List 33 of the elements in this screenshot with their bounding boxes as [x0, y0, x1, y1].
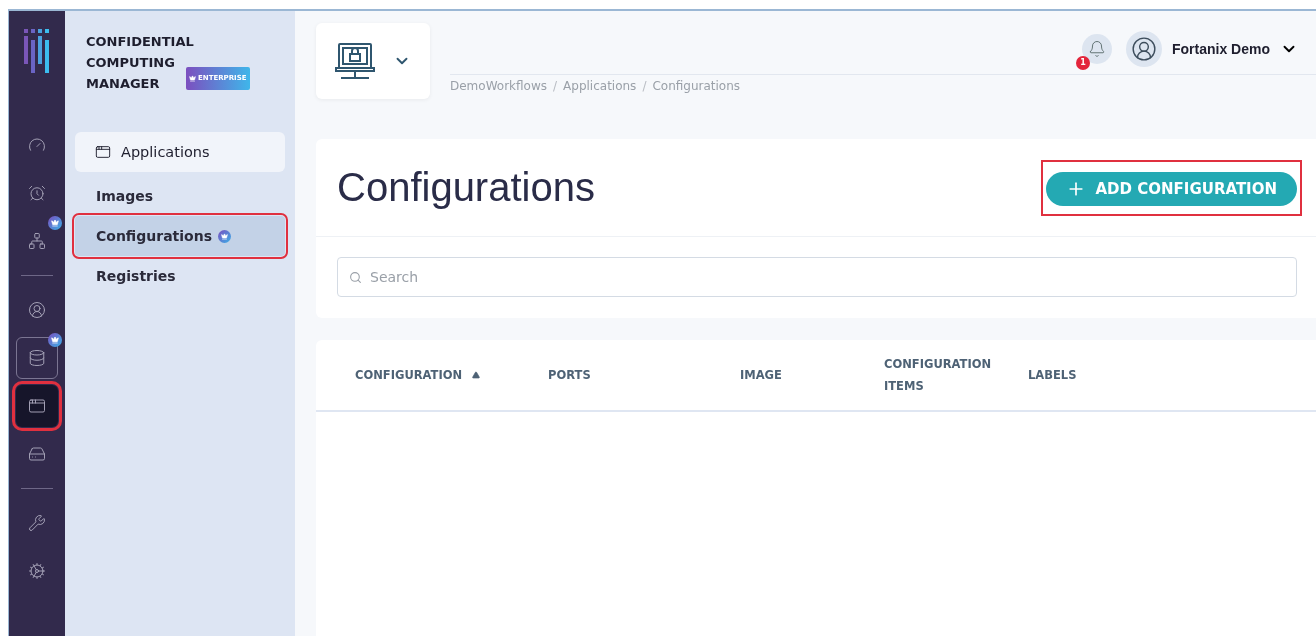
terminal-window-icon	[95, 144, 111, 160]
laptop-lock-icon	[335, 42, 375, 80]
nav-item[interactable]: Registries	[75, 256, 285, 296]
nav-item[interactable]: Configurations	[75, 216, 285, 256]
nav-item[interactable]: Images	[75, 176, 285, 216]
user-avatar-icon	[1126, 30, 1162, 67]
gauge-icon	[28, 136, 46, 154]
search-field[interactable]: Search	[337, 257, 1297, 297]
user-icon	[28, 301, 46, 319]
database-icon	[28, 349, 46, 367]
bell-icon	[1088, 39, 1106, 58]
tools-icon	[28, 514, 46, 532]
logo-icon	[24, 29, 50, 73]
alarm-clock-icon	[28, 184, 46, 202]
notifications-button[interactable]	[1082, 33, 1112, 64]
column-header[interactable]: CONFIGURATION ITEMS	[884, 353, 1004, 397]
sort-ascending-icon[interactable]	[472, 371, 481, 379]
column-header[interactable]: LABELS	[1028, 364, 1077, 386]
column-header[interactable]: CONFIGURATION	[355, 364, 463, 386]
page-title: Configurations	[337, 165, 595, 210]
server-icon	[28, 445, 46, 463]
user-name: Fortanix Demo	[1172, 40, 1270, 57]
breadcrumb-separator: /	[642, 79, 647, 93]
breadcrumb-separator: /	[553, 79, 558, 93]
column-header[interactable]: PORTS	[548, 364, 591, 386]
notification-count: 1	[1076, 55, 1090, 70]
device-selector[interactable]	[316, 23, 430, 99]
applications-nav-item[interactable]: Applications	[75, 132, 285, 172]
user-menu[interactable]: Fortanix Demo	[1126, 30, 1298, 67]
network-icon	[28, 232, 46, 250]
column-header[interactable]: IMAGE	[740, 364, 782, 386]
gears-icon	[28, 562, 46, 580]
terminal-window-icon	[28, 397, 46, 415]
